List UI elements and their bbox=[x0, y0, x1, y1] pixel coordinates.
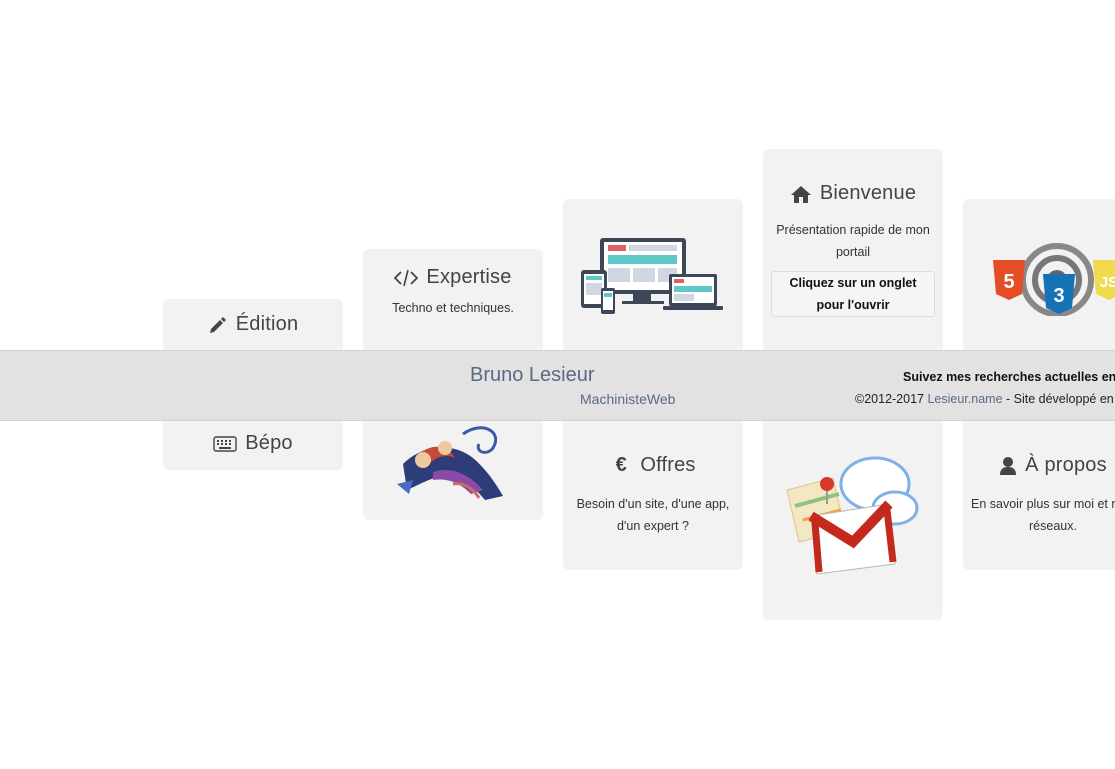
open-tab-hint-button[interactable]: Cliquez sur un onglet pour l'ouvrir bbox=[771, 271, 935, 317]
euro-icon: € bbox=[615, 454, 627, 476]
card-title-edition: Édition bbox=[235, 313, 299, 335]
card-web-technologies-image[interactable]: 5 3 JS bbox=[963, 199, 1115, 359]
card-desc-apropos: En savoir plus sur moi et mes réseaux. bbox=[971, 497, 1115, 533]
card-apropos[interactable]: À propos En savoir plus sur moi et mes r… bbox=[963, 410, 1115, 570]
card-mail-image[interactable] bbox=[763, 410, 943, 620]
card-desc-expertise: Techno et techniques. bbox=[392, 301, 514, 315]
copyright-prefix: ©2012-2017 bbox=[855, 392, 928, 406]
copyright-suffix: - Site développé en bbox=[1002, 392, 1114, 406]
card-bienvenue[interactable]: Bienvenue Présentation rapide de mon por… bbox=[763, 149, 943, 359]
card-title-bienvenue: Bienvenue bbox=[819, 182, 917, 204]
keyboard-icon bbox=[213, 435, 237, 452]
card-expertise[interactable]: Expertise Techno et techniques. bbox=[363, 249, 543, 359]
responsive-devices-illustration bbox=[581, 238, 723, 314]
code-icon bbox=[394, 269, 419, 286]
card-title-offres: Offres bbox=[640, 454, 696, 476]
svg-text:5: 5 bbox=[1003, 271, 1014, 293]
card-desc-bienvenue: Présentation rapide de mon portail bbox=[776, 223, 930, 259]
svg-text:3: 3 bbox=[1053, 285, 1064, 307]
card-offres[interactable]: € Offres Besoin d'un site, d'une app, d'… bbox=[563, 410, 743, 570]
artwork-illustration bbox=[397, 426, 503, 500]
card-title-apropos: À propos bbox=[1025, 454, 1107, 476]
card-title-expertise: Expertise bbox=[426, 266, 512, 288]
mail-maps-chat-illustration bbox=[786, 456, 919, 575]
card-responsive-image[interactable] bbox=[563, 199, 743, 359]
user-icon bbox=[1000, 456, 1017, 475]
pencil-icon bbox=[209, 316, 226, 333]
card-title-bepo: Bépo bbox=[245, 432, 293, 454]
card-desc-offres: Besoin d'un site, d'une app, d'un expert… bbox=[576, 497, 730, 533]
footer-band: Bruno Lesieur MachinisteWeb Suivez mes r… bbox=[0, 350, 1115, 421]
author-subtitle: MachinisteWeb bbox=[580, 391, 676, 407]
svg-text:JS: JS bbox=[1100, 274, 1115, 291]
follow-research-text: Suivez mes recherches actuelles en bbox=[903, 370, 1115, 384]
web-technologies-illustration: 5 3 JS bbox=[993, 243, 1115, 316]
author-name: Bruno Lesieur bbox=[470, 364, 595, 386]
home-icon bbox=[790, 185, 811, 203]
card-artwork-image[interactable] bbox=[363, 410, 543, 520]
site-link[interactable]: Lesieur.name bbox=[927, 392, 1002, 406]
copyright-text: ©2012-2017 Lesieur.name - Site développé… bbox=[855, 392, 1114, 406]
